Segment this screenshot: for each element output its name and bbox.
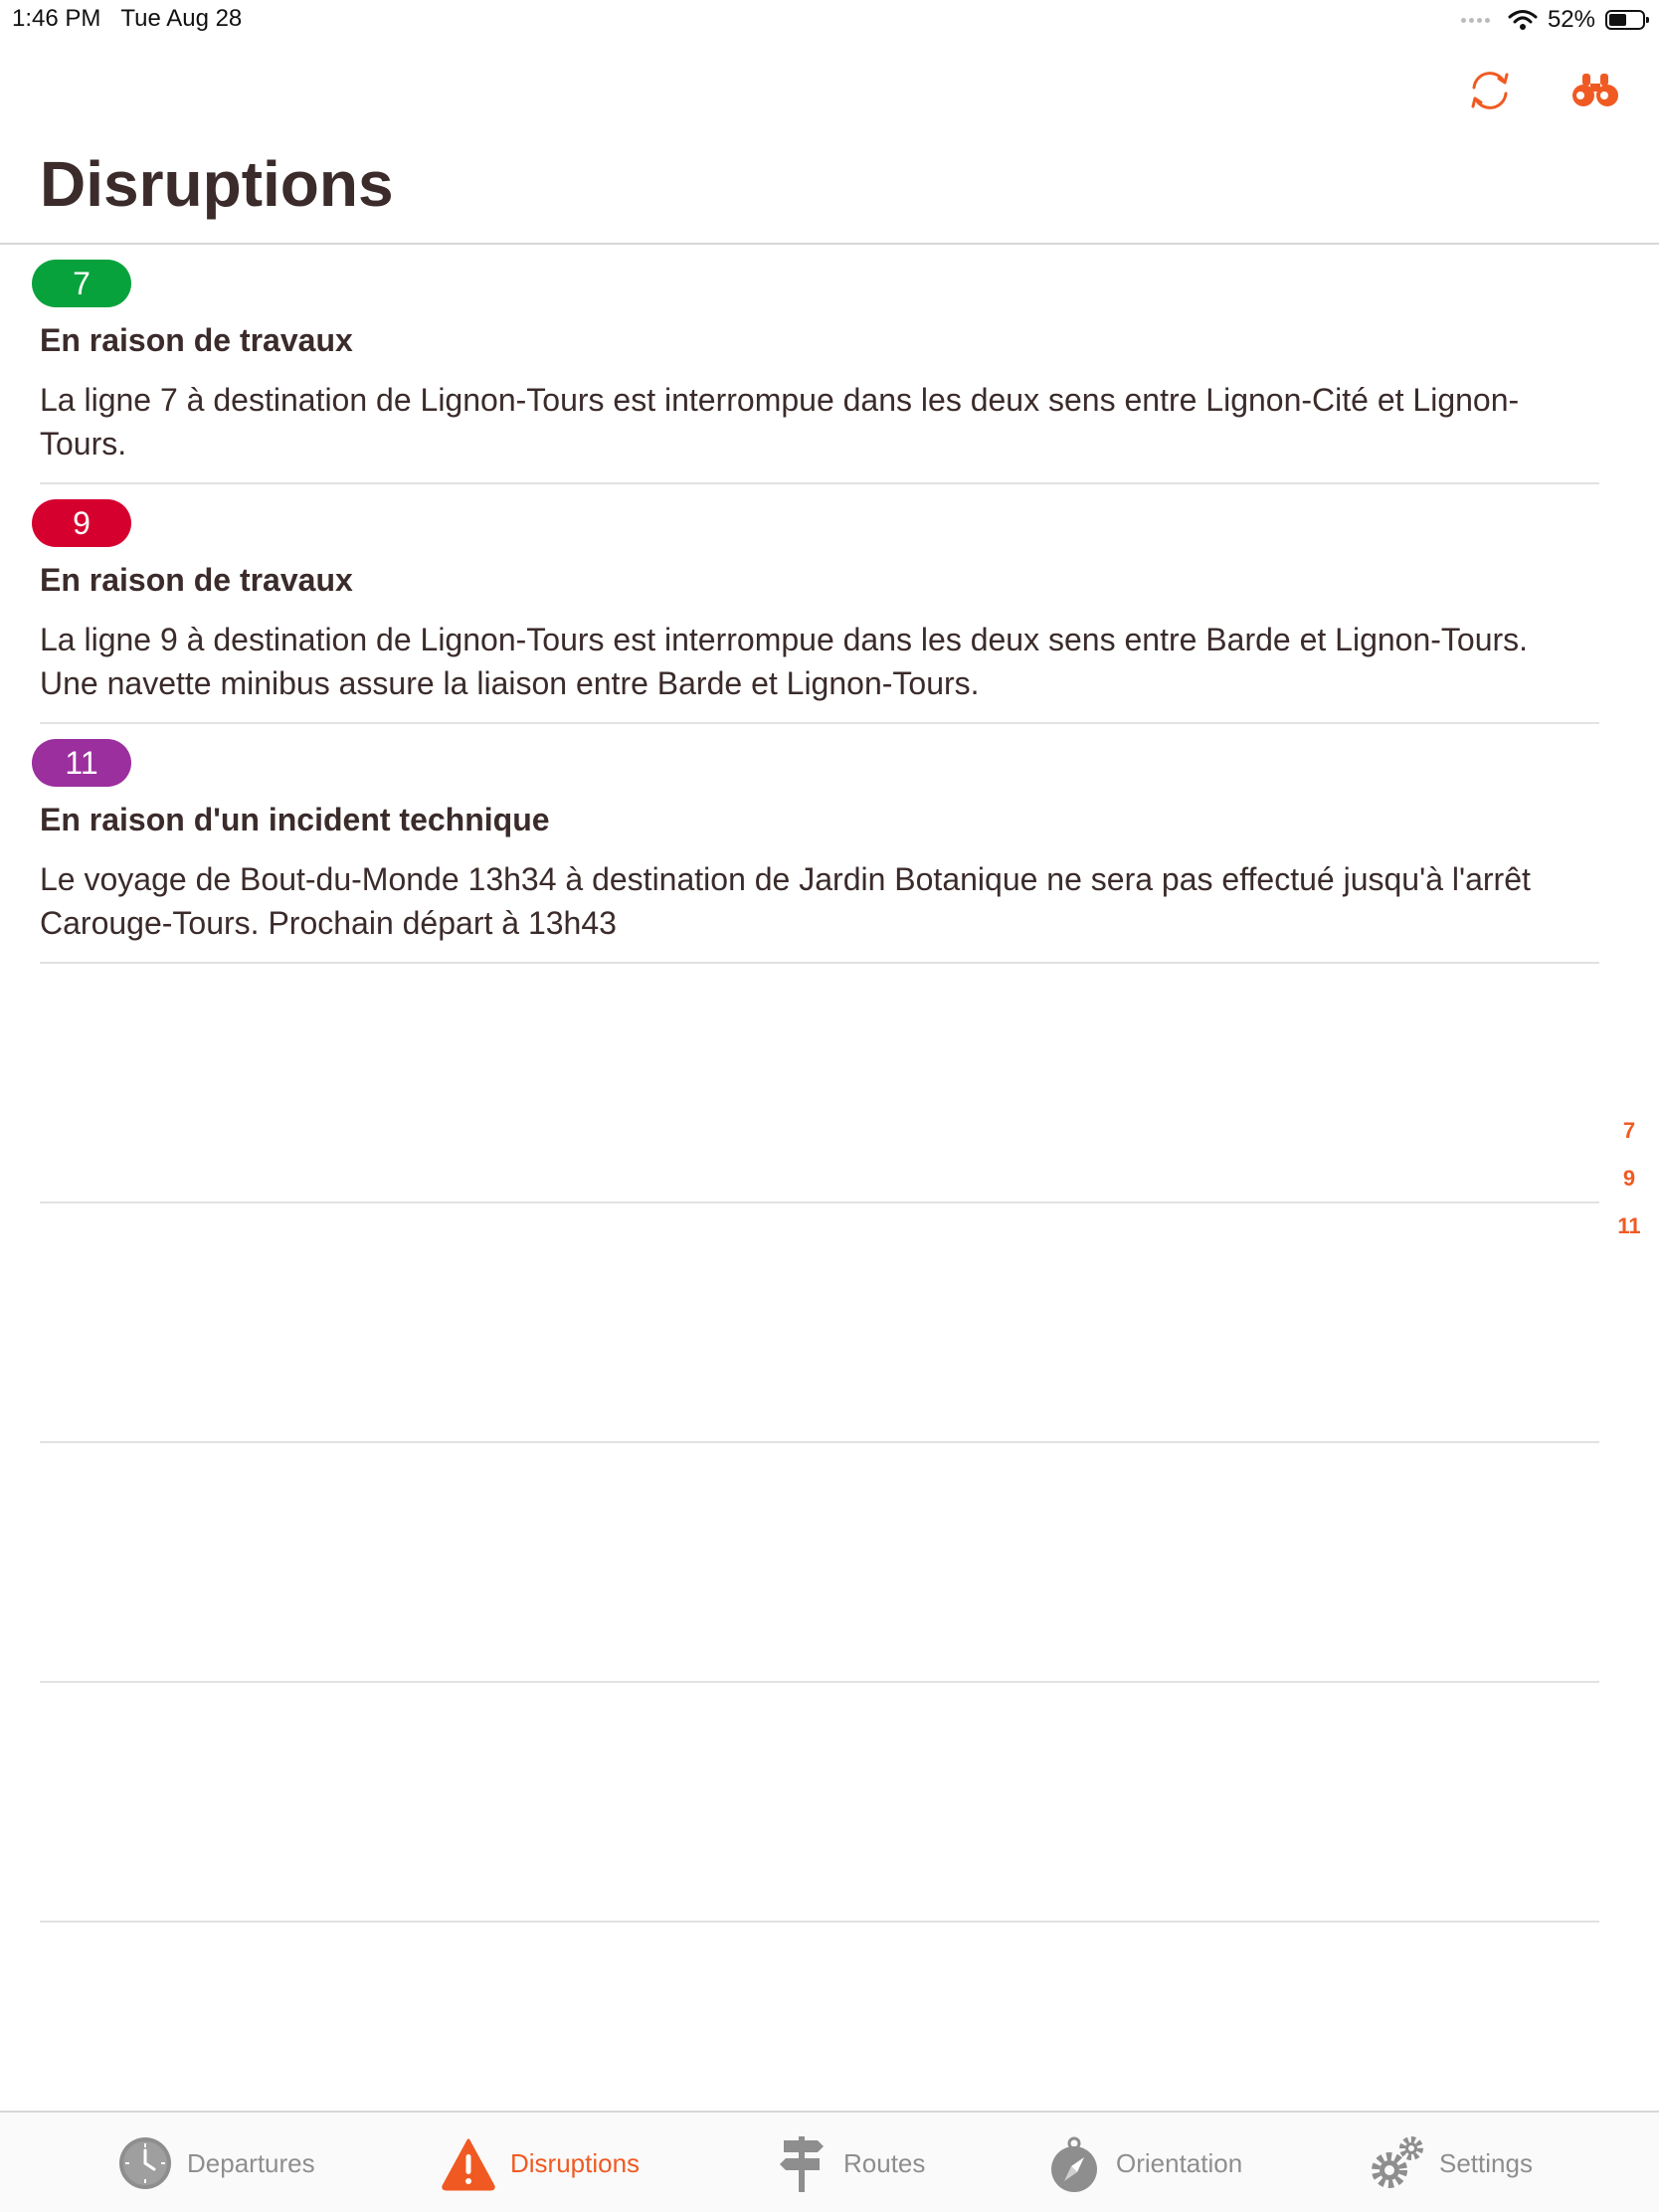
section-index[interactable]: 7 9 11 (1609, 1114, 1649, 1257)
tab-label: Departures (187, 2147, 315, 2178)
status-date: Tue Aug 28 (120, 5, 243, 32)
tab-settings[interactable]: Settings (1370, 2132, 1533, 2194)
section-index-item[interactable]: 11 (1609, 1209, 1649, 1257)
tab-label: Settings (1439, 2147, 1533, 2178)
section-index-item[interactable]: 7 (1609, 1114, 1649, 1162)
battery-percent: 52% (1547, 6, 1595, 33)
disruption-list[interactable]: 7 En raison de travaux La ligne 7 à dest… (0, 245, 1603, 1923)
disruption-description: Le voyage de Bout-du-Monde 13h34 à desti… (40, 861, 1531, 941)
empty-row (40, 1443, 1599, 1683)
page-title: Disruptions (40, 148, 394, 220)
tab-bar: Departures Disruptions Routes Orientatio… (0, 2111, 1659, 2212)
refresh-icon (1471, 72, 1509, 109)
empty-row (40, 1683, 1599, 1923)
section-index-item[interactable]: 9 (1609, 1162, 1649, 1209)
tab-routes[interactable]: Routes (774, 2132, 925, 2194)
status-time: 1:46 PM (12, 5, 101, 32)
refresh-button[interactable] (1465, 68, 1515, 113)
tab-orientation[interactable]: Orientation (1046, 2132, 1242, 2194)
disruption-row[interactable]: 11 En raison d'un incident technique Le … (32, 724, 1599, 964)
line-badge: 7 (32, 260, 131, 307)
disruption-title: En raison de travaux (40, 322, 353, 358)
disruption-row[interactable]: 9 En raison de travaux La ligne 9 à dest… (32, 484, 1599, 724)
tab-label: Routes (843, 2147, 926, 2178)
gear-icon (1372, 2136, 1423, 2188)
warning-icon (442, 2138, 495, 2191)
tab-disruptions[interactable]: Disruptions (441, 2132, 640, 2194)
battery-icon (1605, 10, 1649, 30)
status-indicators: 52% (1460, 5, 1649, 35)
disruption-row[interactable]: 7 En raison de travaux La ligne 7 à dest… (32, 245, 1599, 484)
disruption-description: La ligne 9 à destination de Lignon-Tours… (40, 622, 1529, 701)
line-badge: 9 (32, 499, 131, 547)
disruption-title: En raison de travaux (40, 562, 353, 598)
status-time-date: 1:46 PM Tue Aug 28 (12, 5, 242, 33)
status-bar: 1:46 PM Tue Aug 28 52% (0, 0, 1659, 40)
tab-label: Disruptions (510, 2147, 641, 2178)
tab-label: Orientation (1116, 2147, 1243, 2178)
empty-row (40, 1203, 1599, 1443)
battery-fill (1609, 14, 1626, 26)
signpost-icon (780, 2136, 824, 2192)
empty-row (40, 964, 1599, 1203)
cellular-signal-icon (1460, 17, 1490, 23)
line-badge: 11 (32, 739, 131, 787)
wifi-icon (1508, 10, 1538, 30)
tab-departures[interactable]: Departures (117, 2132, 315, 2194)
clock-icon (119, 2137, 171, 2189)
binoculars-button[interactable] (1570, 68, 1620, 113)
disruption-title: En raison d'un incident technique (40, 802, 550, 837)
disruption-description: La ligne 7 à destination de Lignon-Tours… (40, 382, 1520, 461)
compass-icon (1051, 2136, 1097, 2192)
binoculars-icon (1572, 74, 1618, 106)
